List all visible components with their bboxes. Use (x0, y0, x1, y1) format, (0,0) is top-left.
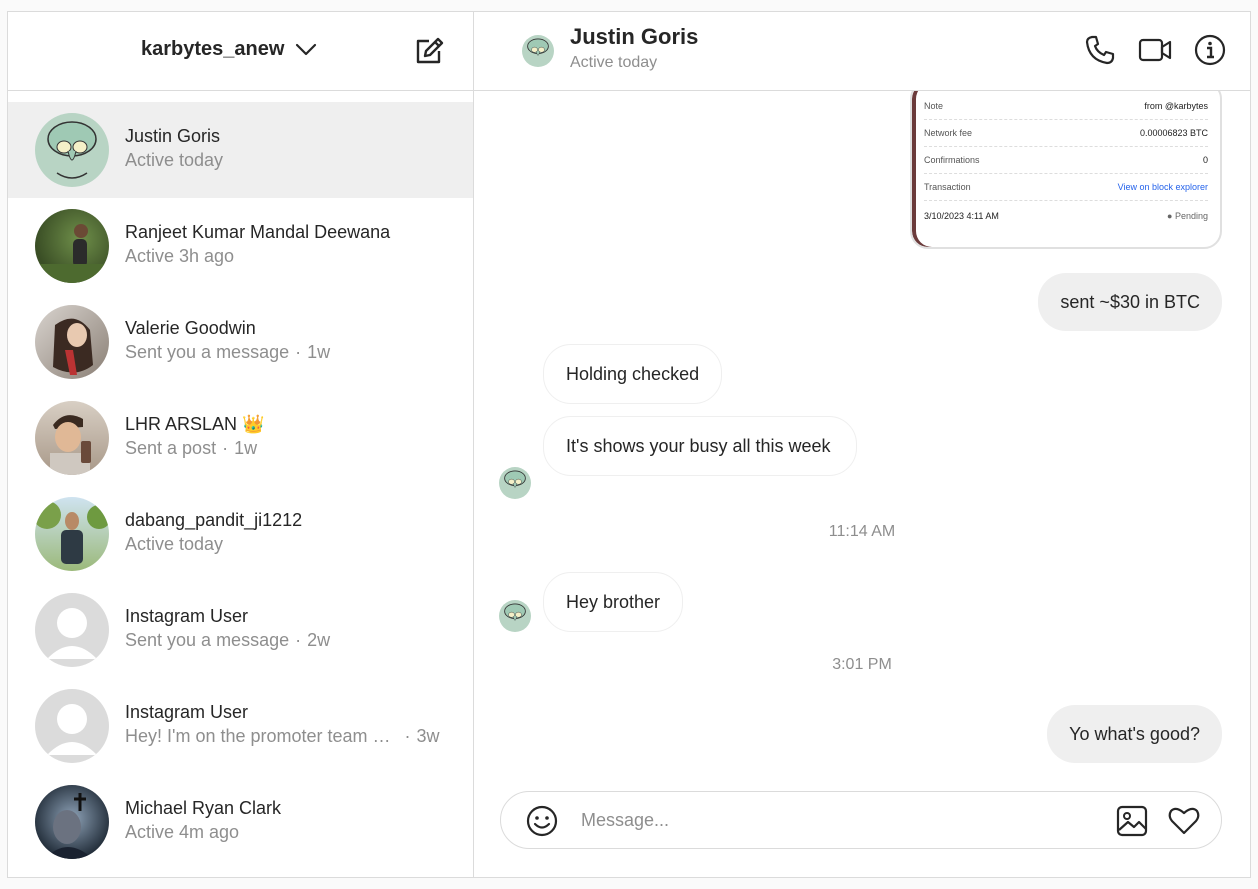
chevron-down-icon (296, 43, 317, 56)
person-photo-icon (50, 415, 91, 475)
avatar (499, 600, 531, 632)
thread-name: Instagram User (125, 702, 249, 722)
thread-name: Ranjeet Kumar Mandal Deewana (125, 222, 391, 242)
default-avatar-icon (47, 704, 97, 755)
receipt-row: Note from @karbytes (924, 93, 1208, 120)
person-photo-icon (35, 501, 109, 564)
avatar (35, 497, 109, 571)
receipt-row: Network fee 0.00006823 BTC (924, 120, 1208, 147)
thread-status: Hey! I'm on the promoter team … · 3w (125, 726, 440, 746)
avatar (35, 401, 109, 475)
thread-item[interactable]: Valerie Goodwin Sent you a message · 1w (8, 294, 473, 390)
thread-status: Sent a post · 1w (125, 438, 258, 458)
thread-item[interactable]: Ranjeet Kumar Mandal Deewana Active 3h a… (8, 198, 473, 294)
default-avatar-icon (47, 608, 97, 659)
squidward-avatar-icon (499, 467, 531, 499)
shared-image-receipt[interactable]: Note from @karbytes Network fee 0.00006823… (910, 91, 1222, 249)
avatar (35, 305, 109, 379)
compose-icon[interactable] (413, 35, 445, 67)
receipt-row: Confirmations 0 (924, 147, 1208, 174)
thread-status: Sent you a message · 2w (125, 630, 331, 650)
message-thread: Note from @karbytes Network fee 0.00006823… (474, 91, 1250, 787)
thread-name: Michael Ryan Clark (125, 798, 282, 818)
thread-name: Valerie Goodwin (125, 318, 256, 338)
message-bubble-outgoing[interactable]: sent ~$30 in BTC (1038, 273, 1222, 331)
thread-status: Sent you a message · 1w (125, 342, 331, 362)
thread-status: Active 4m ago (125, 822, 240, 842)
sidebar-header: karbytes_anew (8, 12, 473, 91)
conversation-name[interactable]: Justin Goris (570, 24, 698, 50)
message-timestamp: 11:14 AM (828, 523, 896, 540)
image-upload-icon[interactable] (1115, 804, 1149, 838)
video-call-icon[interactable] (1138, 34, 1172, 66)
thread-item[interactable]: Instagram User Hey! I'm on the promoter … (8, 678, 473, 774)
avatar (35, 593, 109, 667)
avatar (35, 209, 109, 283)
thread-sidebar: karbytes_anew Justin Goris Active today … (8, 12, 474, 877)
squidward-avatar-icon (35, 113, 109, 187)
conversation-header: Justin Goris Active today (474, 12, 1250, 91)
avatar (35, 689, 109, 763)
thread-item[interactable]: dabang_pandit_ji1212 Active today (8, 486, 473, 582)
phone-icon[interactable] (1084, 34, 1116, 66)
thread-status: Active today (125, 534, 224, 554)
thread-item[interactable]: LHR ARSLAN 👑 Sent a post · 1w (8, 390, 473, 486)
dm-window: karbytes_anew Justin Goris Active today … (7, 11, 1251, 878)
message-timestamp: 3:01 PM (832, 656, 892, 673)
header-actions (1084, 34, 1226, 66)
thread-name: Instagram User (125, 606, 249, 626)
info-icon[interactable] (1194, 34, 1226, 66)
thread-list: Justin Goris Active today Ranjeet Kumar … (8, 102, 473, 870)
emoji-icon[interactable] (525, 804, 559, 838)
squidward-avatar-icon (522, 35, 554, 67)
message-bubble-incoming[interactable]: Holding checked (543, 344, 723, 404)
message-composer (500, 791, 1222, 849)
message-input[interactable] (581, 806, 1081, 834)
avatar (499, 467, 531, 499)
avatar (35, 113, 109, 187)
conversation-pane: Justin Goris Active today Note from @karb… (474, 12, 1250, 877)
avatar (35, 785, 109, 859)
person-photo-icon (35, 224, 109, 283)
account-username: karbytes_anew (141, 37, 285, 60)
message-bubble-incoming[interactable]: It's shows your busy all this week (543, 416, 857, 476)
receipt-row: 3/10/2023 4:11 AM ● Pending (924, 210, 1208, 221)
avatar[interactable] (522, 35, 554, 67)
heart-icon[interactable] (1167, 804, 1201, 838)
thread-name: Justin Goris (125, 126, 221, 146)
squidward-avatar-icon (499, 600, 531, 632)
thread-status: Active today (125, 150, 224, 170)
thread-item[interactable]: Justin Goris Active today (8, 102, 473, 198)
thread-name: dabang_pandit_ji1212 (125, 510, 303, 530)
thread-item[interactable]: Instagram User Sent you a message · 2w (8, 582, 473, 678)
account-switcher[interactable]: karbytes_anew (141, 37, 318, 61)
thread-name: LHR ARSLAN 👑 (125, 414, 265, 434)
message-bubble-outgoing[interactable]: Yo what's good? (1047, 705, 1222, 763)
message-bubble-incoming[interactable]: Hey brother (543, 572, 684, 632)
thread-status: Active 3h ago (125, 246, 235, 266)
conversation-status: Active today (570, 54, 658, 71)
thread-item[interactable]: Michael Ryan Clark Active 4m ago (8, 774, 473, 870)
receipt-row: Transaction View on block explorer (924, 174, 1208, 201)
person-photo-icon (45, 793, 93, 859)
person-photo-icon (53, 318, 93, 375)
